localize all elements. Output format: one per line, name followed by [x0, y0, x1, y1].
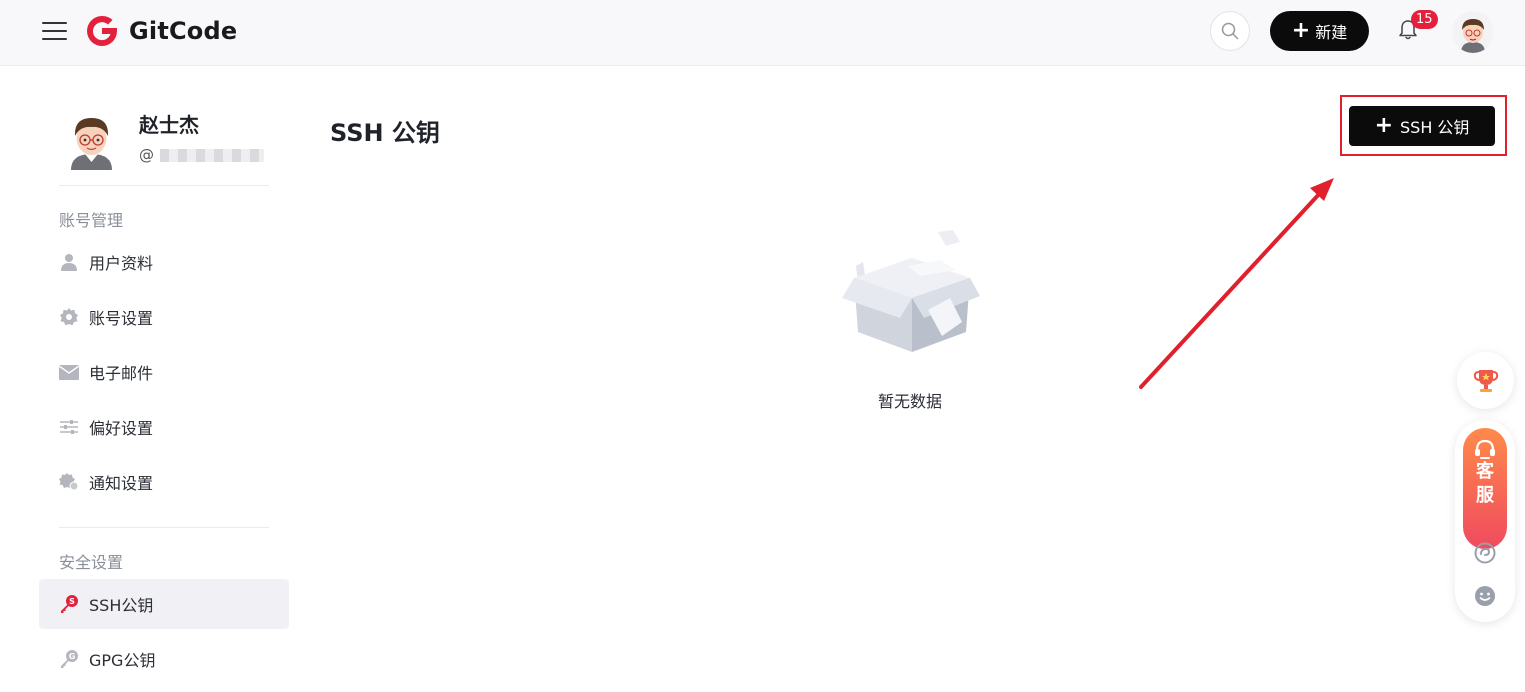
customer-service-button[interactable]: 客 服 [1463, 428, 1507, 549]
plus-icon: + [1291, 18, 1311, 43]
new-button-label: 新建 [1315, 23, 1348, 42]
sidebar-item-email[interactable]: 电子邮件 [39, 347, 289, 397]
sidebar-item-account-settings[interactable]: 账号设置 [39, 292, 289, 342]
divider [59, 527, 269, 528]
plus-icon: + [1374, 113, 1393, 138]
divider [59, 185, 269, 186]
service-label-2: 服 [1476, 485, 1494, 506]
gpg-key-icon: G [59, 649, 79, 669]
sliders-icon [59, 417, 79, 437]
sidebar-item-label: 偏好设置 [89, 419, 154, 438]
gitcode-logo-icon [87, 15, 117, 47]
smiley-icon[interactable] [1473, 584, 1497, 608]
redacted-username [160, 148, 264, 162]
sidebar-item-label: 电子邮件 [89, 364, 154, 383]
logo-text: GitCode [129, 17, 238, 45]
user-handle: @ [139, 146, 264, 164]
notification-badge: 15 [1411, 10, 1438, 29]
section-label-security: 安全设置 [59, 553, 124, 572]
user-icon [59, 252, 79, 272]
sidebar-item-label: SSH公钥 [89, 596, 154, 615]
search-icon [1221, 22, 1239, 40]
service-label-1: 客 [1476, 461, 1494, 482]
sidebar-item-label: 用户资料 [89, 254, 154, 273]
menu-icon[interactable] [42, 19, 67, 43]
headset-icon [1475, 439, 1495, 459]
notification-gear-icon [59, 472, 79, 492]
sidebar-item-label: GPG公钥 [89, 651, 156, 670]
sidebar-item-notification-settings[interactable]: 通知设置 [39, 457, 289, 507]
gear-icon [59, 307, 79, 327]
sidebar-item-preferences[interactable]: 偏好设置 [39, 402, 289, 452]
empty-state-text: 暂无数据 [878, 392, 943, 411]
svg-text:S: S [69, 597, 75, 606]
user-avatar [65, 110, 118, 170]
gitcode-logo[interactable]: GitCode [84, 13, 237, 49]
add-ssh-key-button[interactable]: + SSH 公钥 [1349, 106, 1495, 146]
user-name: 赵士杰 [139, 113, 199, 137]
section-label-account: 账号管理 [59, 211, 124, 230]
sidebar-item-user-profile[interactable]: 用户资料 [39, 237, 289, 287]
user-handle-prefix: @ [139, 146, 154, 164]
sidebar-item-label: 通知设置 [89, 474, 154, 493]
sidebar-item-ssh-keys[interactable]: S SSH公钥 [39, 579, 289, 629]
refresh-icon[interactable] [1473, 541, 1497, 565]
trophy-icon [1473, 369, 1498, 392]
svg-text:G: G [69, 652, 76, 661]
ssh-key-icon: S [59, 594, 79, 614]
new-button[interactable]: + 新建 [1270, 11, 1369, 51]
top-navbar: GitCode + 新建 15 [0, 0, 1525, 66]
empty-box-icon [838, 226, 986, 356]
floating-toolbar: 客 服 [1455, 420, 1515, 622]
trophy-button[interactable] [1457, 352, 1514, 409]
sidebar-item-label: 账号设置 [89, 309, 154, 328]
search-button[interactable] [1210, 11, 1250, 51]
mail-icon [59, 362, 79, 382]
page-title: SSH 公钥 [330, 119, 440, 147]
sidebar-item-gpg-keys[interactable]: G GPG公钥 [39, 634, 289, 684]
avatar[interactable] [1452, 11, 1494, 53]
add-ssh-key-label: SSH 公钥 [1400, 118, 1470, 137]
settings-sidebar: 赵士杰 @ 账号管理 用户资料 账号设置 电子邮件 偏好设置 通知设置 安全设置… [39, 66, 289, 692]
